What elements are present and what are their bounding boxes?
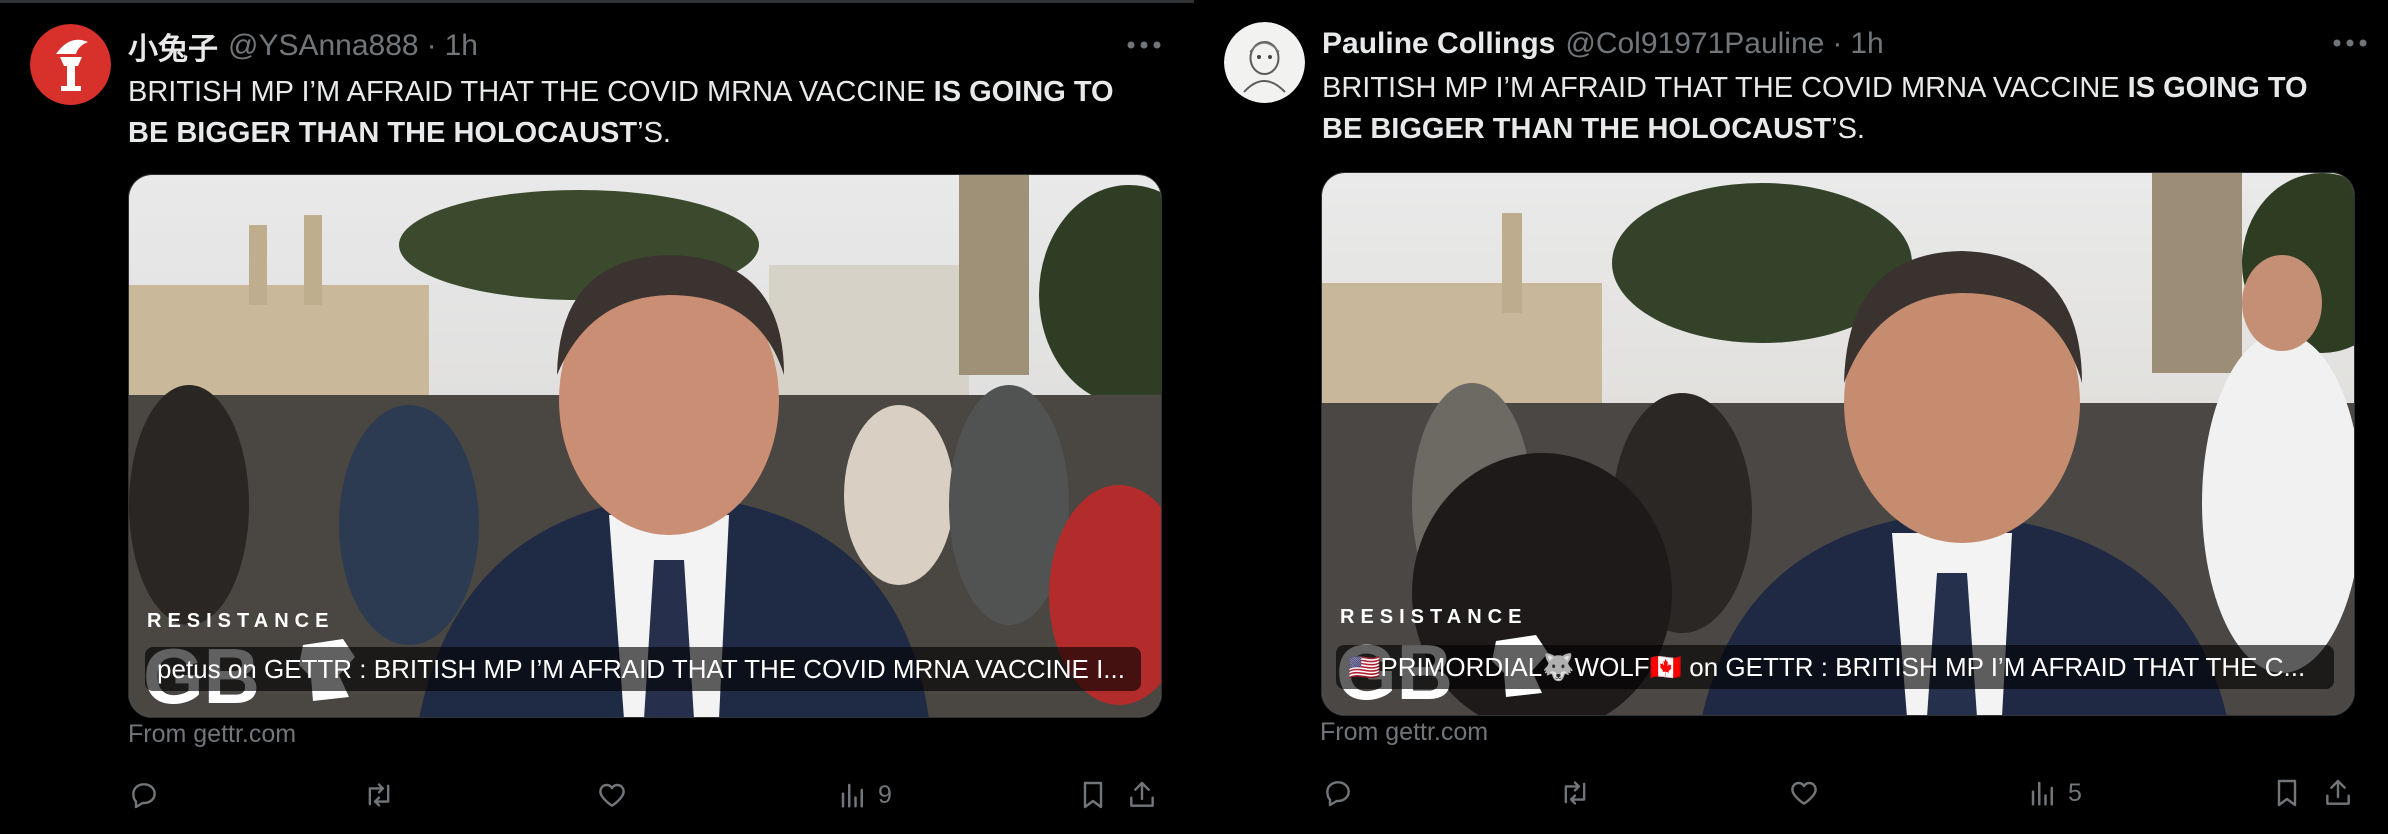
video-thumbnail[interactable]: RESISTANCE GB 🇺🇸PRIMORDIAL🐺WOLF🇨🇦 on GET… (1321, 172, 2355, 716)
reply-button[interactable] (1322, 770, 1354, 816)
timestamp[interactable]: 1h (1850, 27, 1883, 61)
divider (0, 0, 1194, 3)
media-source-link[interactable]: From gettr.com (128, 720, 296, 749)
reply-icon (132, 783, 156, 809)
more-dots-icon (2333, 39, 2367, 47)
share-button[interactable] (1126, 772, 1158, 818)
bookmark-button[interactable] (2272, 770, 2302, 816)
heart-icon (599, 783, 625, 807)
more-dots-icon (1127, 41, 1161, 49)
display-name[interactable]: Pauline Collings (1322, 27, 1555, 61)
logo-text-top: RESISTANCE (147, 610, 334, 632)
portrait-sketch-icon (1224, 22, 1305, 103)
reply-button[interactable] (128, 772, 160, 818)
analytics-icon (841, 783, 863, 808)
repost-button[interactable] (1558, 770, 1592, 816)
tweet-text: BRITISH MP I’M AFRAID THAT THE COVID MRN… (128, 72, 1158, 154)
tweet-header: Pauline Collings @Col91971Pauline · 1h (1322, 24, 2328, 64)
more-options-button[interactable] (1124, 30, 1164, 60)
tweet-text: BRITISH MP I’M AFRAID THAT THE COVID MRN… (1322, 68, 2352, 150)
tweet-card[interactable]: 小兔子 @YSAnna888 · 1h BRITISH MP I’M AFRAI… (0, 0, 1194, 834)
bookmark-icon (1083, 781, 1103, 809)
bookmark-button[interactable] (1078, 772, 1108, 818)
like-button[interactable] (1788, 770, 1820, 816)
tweet-text-part1: BRITISH MP I’M AFRAID THAT THE COVID MRN… (1322, 72, 2128, 104)
display-name[interactable]: 小兔子 (128, 24, 218, 68)
media-source-link[interactable]: From gettr.com (1320, 718, 1488, 747)
video-caption: 🇺🇸PRIMORDIAL🐺WOLF🇨🇦 on GETTR : BRITISH M… (1336, 645, 2334, 689)
repost-button[interactable] (362, 772, 396, 818)
bookmark-icon (2277, 779, 2297, 807)
view-count: 9 (878, 780, 892, 809)
like-button[interactable] (596, 772, 628, 818)
share-icon (2326, 779, 2350, 805)
video-thumbnail[interactable]: RESISTANCE GB petus on GETTR : BRITISH M… (128, 174, 1162, 718)
video-caption: petus on GETTR : BRITISH MP I’M AFRAID T… (145, 647, 1141, 691)
tweet-text-part2: ’S. (637, 117, 671, 149)
share-button[interactable] (2322, 770, 2354, 816)
views-button[interactable]: 9 (838, 772, 892, 818)
tweet-text-part2: ’S. (1831, 113, 1865, 145)
action-bar: 5 (1322, 770, 2362, 816)
tweet-card[interactable]: Pauline Collings @Col91971Pauline · 1h B… (1194, 0, 2388, 834)
separator: · (1832, 27, 1843, 60)
heart-icon (1791, 781, 1817, 805)
timestamp[interactable]: 1h (445, 29, 478, 63)
view-count: 5 (2068, 778, 2082, 807)
views-button[interactable]: 5 (2028, 770, 2082, 816)
tweet-header: 小兔子 @YSAnna888 · 1h (128, 26, 1134, 66)
avatar[interactable] (1224, 22, 1305, 103)
user-handle[interactable]: @Col91971Pauline (1565, 27, 1824, 61)
avatar[interactable] (30, 24, 111, 105)
share-icon (1130, 781, 1154, 807)
action-bar: 9 (128, 772, 1168, 818)
more-options-button[interactable] (2330, 28, 2370, 58)
tweet-text-part1: BRITISH MP I’M AFRAID THAT THE COVID MRN… (128, 76, 934, 108)
user-handle[interactable]: @YSAnna888 (228, 29, 419, 63)
reply-icon (1326, 781, 1350, 807)
logo-text-top: RESISTANCE (1340, 606, 1527, 628)
separator: · (426, 29, 437, 62)
torch-logo-icon (30, 24, 111, 105)
analytics-icon (2031, 781, 2053, 806)
repost-icon (1564, 781, 1586, 805)
repost-icon (368, 783, 390, 807)
